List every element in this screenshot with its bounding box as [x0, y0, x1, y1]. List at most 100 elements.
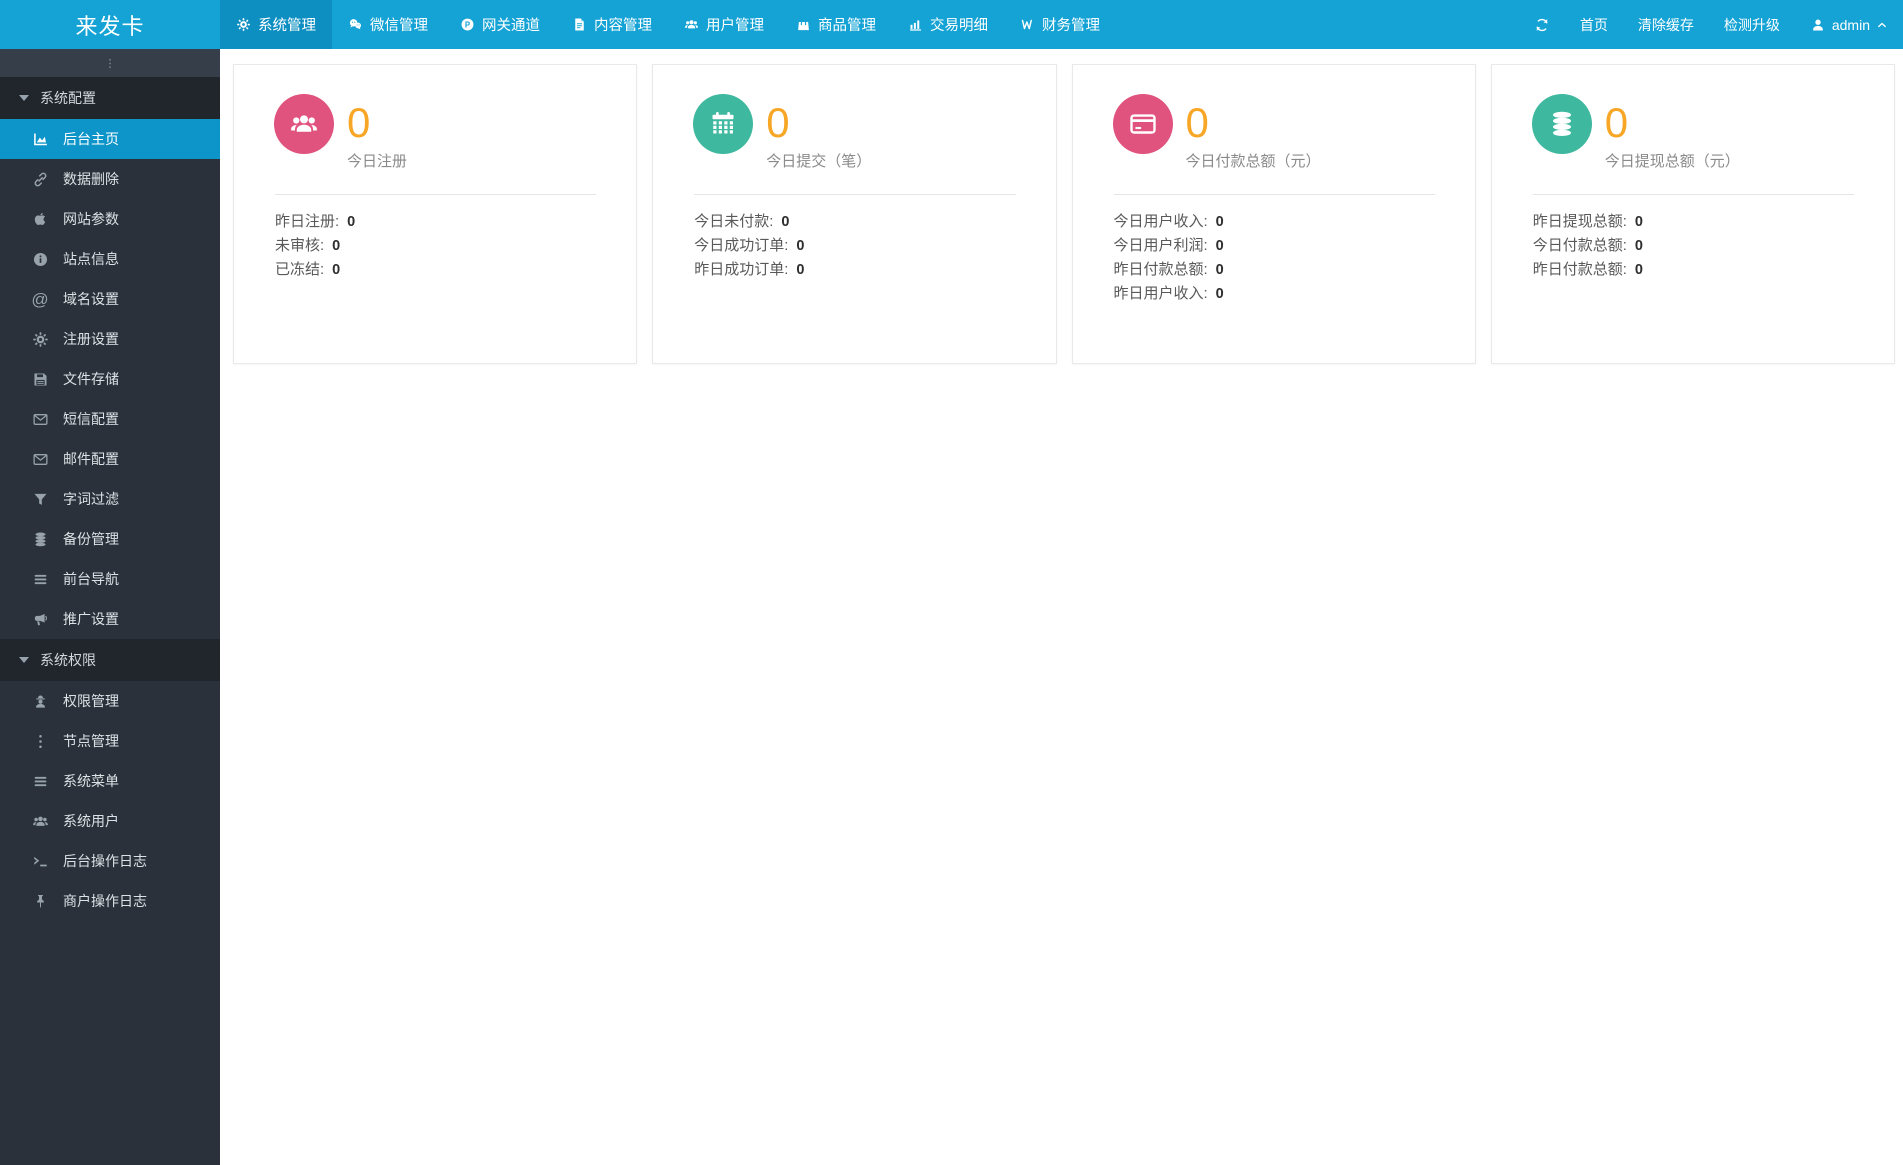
gear-icon — [236, 17, 251, 32]
nav-item-system-management[interactable]: 系统管理 — [220, 0, 332, 49]
apple-icon — [31, 210, 49, 228]
stat-row-label: 昨日注册: — [275, 213, 340, 230]
sidebar-section-system-config[interactable]: 系统配置 — [0, 77, 220, 119]
stat-row-value: 0 — [347, 214, 356, 230]
sidebar-item-word-filter[interactable]: 字词过滤 — [0, 479, 220, 519]
stat-row: 昨日用户收入: 0 — [1114, 282, 1435, 306]
bullhorn-icon — [31, 610, 49, 628]
wechat-icon — [348, 17, 363, 32]
sidebar-item-system-users[interactable]: 系统用户 — [0, 801, 220, 841]
sidebar-item-promotion-settings[interactable]: 推广设置 — [0, 599, 220, 639]
sidebar-section-title: 系统配置 — [40, 90, 96, 106]
bars-icon — [31, 570, 49, 588]
sidebar-item-label: 后台操作日志 — [63, 853, 147, 869]
sidebar-item-permission-management[interactable]: 权限管理 — [0, 681, 220, 721]
stat-row: 已冻结: 0 — [275, 258, 596, 282]
sidebar-item-mail-config[interactable]: 邮件配置 — [0, 439, 220, 479]
sidebar-item-backup-management[interactable]: 备份管理 — [0, 519, 220, 559]
nav-item-wechat-management[interactable]: 微信管理 — [332, 0, 444, 49]
top-action-label: 清除缓存 — [1637, 16, 1694, 33]
card-divider — [1532, 194, 1854, 195]
refresh-icon — [1534, 17, 1550, 33]
sidebar-item-system-menu[interactable]: 系统菜单 — [0, 761, 220, 801]
app-logo[interactable]: 来发卡 — [0, 0, 220, 49]
home-button[interactable]: 首页 — [1565, 0, 1623, 49]
link-icon — [31, 170, 49, 188]
stat-row: 未审核: 0 — [275, 234, 596, 258]
sidebar-item-label: 数据删除 — [63, 171, 119, 187]
nav-item-gateway-channel[interactable]: P 网关通道 — [444, 0, 556, 49]
stat-row-label: 今日用户利润: — [1113, 237, 1208, 254]
sidebar-item-node-management[interactable]: 节点管理 — [0, 721, 220, 761]
sidebar-menu: 系统配置后台主页数据删除网站参数站点信息 @ 域名设置注册设置文件存储短信配置邮件配… — [0, 77, 220, 921]
sidebar-item-label: 短信配置 — [63, 411, 119, 427]
sidebar-item-label: 商户操作日志 — [63, 893, 147, 909]
sidebar-section-title: 系统权限 — [40, 652, 96, 668]
nav-item-label: 商品管理 — [818, 18, 876, 34]
sidebar-section-system-permission[interactable]: 系统权限 — [0, 639, 220, 681]
nav-item-user-management[interactable]: 用户管理 — [668, 0, 780, 49]
sidebar-item-site-info[interactable]: 站点信息 — [0, 239, 220, 279]
sidebar-item-label: 网站参数 — [63, 211, 119, 227]
card-divider — [1113, 194, 1435, 195]
stat-row-value: 0 — [1634, 238, 1643, 254]
stat-row-value: 0 — [1215, 262, 1224, 278]
card-divider — [275, 194, 597, 195]
stat-card-today-register: 0 今日注册 昨日注册: 0 未审核: 0 已冻结: 0 — [233, 64, 638, 364]
refresh-button[interactable] — [1519, 0, 1565, 49]
card-value: 0 — [1604, 99, 1629, 146]
sidebar-item-label: 后台主页 — [63, 131, 119, 147]
sidebar-item-front-nav[interactable]: 前台导航 — [0, 559, 220, 599]
sidebar-item-label: 注册设置 — [63, 331, 119, 347]
stat-row: 昨日付款总额: 0 — [1533, 258, 1854, 282]
card-head: 0 今日提交（笔） — [653, 65, 1055, 171]
top-actions: 首页 清除缓存 检测升级 admin — [1519, 0, 1903, 49]
at-icon: @ — [31, 289, 49, 309]
nav-item-goods-management[interactable]: 商品管理 — [780, 0, 892, 49]
sidebar-item-site-params[interactable]: 网站参数 — [0, 199, 220, 239]
sidebar-item-label: 权限管理 — [63, 693, 119, 709]
nav-item-finance-management[interactable]: 财务管理 — [1004, 0, 1116, 49]
info-icon — [31, 250, 49, 268]
stat-row-label: 昨日用户收入: — [1113, 285, 1208, 302]
shopping-bag-icon — [796, 17, 811, 32]
floppy-icon — [31, 370, 49, 388]
envelope-icon — [31, 410, 49, 428]
stat-row: 今日付款总额: 0 — [1533, 234, 1854, 258]
stat-row-value: 0 — [1215, 286, 1224, 302]
stat-card-today-submit: 0 今日提交（笔） 今日未付款: 0 今日成功订单: 0 昨日成功订单: 0 — [652, 64, 1057, 364]
svg-text:P: P — [465, 20, 470, 29]
sidebar-item-admin-op-log[interactable]: 后台操作日志 — [0, 841, 220, 881]
nav-item-label: 交易明细 — [930, 18, 988, 34]
sidebar-item-data-delete[interactable]: 数据删除 — [0, 159, 220, 199]
card-head: 0 今日付款总额（元） — [1073, 65, 1475, 171]
sidebar-item-sms-config[interactable]: 短信配置 — [0, 399, 220, 439]
sidebar-item-merchant-op-log[interactable]: 商户操作日志 — [0, 881, 220, 921]
sidebar: 系统配置后台主页数据删除网站参数站点信息 @ 域名设置注册设置文件存储短信配置邮件配… — [0, 49, 220, 1165]
stat-row: 昨日付款总额: 0 — [1114, 258, 1435, 282]
user-menu[interactable]: admin — [1795, 0, 1903, 49]
stat-row-label: 昨日付款总额: — [1532, 261, 1627, 278]
stat-row: 昨日成功订单: 0 — [694, 258, 1015, 282]
sidebar-item-label: 推广设置 — [63, 611, 119, 627]
caret-down-icon — [19, 95, 29, 101]
clear-cache-button[interactable]: 清除缓存 — [1623, 0, 1709, 49]
stat-row: 昨日提现总额: 0 — [1533, 210, 1854, 234]
nav-item-content-management[interactable]: 内容管理 — [556, 0, 668, 49]
stat-card-today-withdraw-total: 0 今日提现总额（元） 昨日提现总额: 0 今日付款总额: 0 昨日付款总额: 0 — [1490, 64, 1895, 364]
nav-item-transaction-detail[interactable]: 交易明细 — [892, 0, 1004, 49]
sidebar-item-dashboard[interactable]: 后台主页 — [0, 119, 220, 159]
check-upgrade-button[interactable]: 检测升级 — [1709, 0, 1795, 49]
card-title: 今日提交（笔） — [766, 153, 872, 170]
database-icon — [1531, 94, 1592, 154]
sidebar-item-domain-settings[interactable]: @ 域名设置 — [0, 279, 220, 319]
sidebar-item-label: 字词过滤 — [63, 491, 119, 507]
sidebar-item-file-storage[interactable]: 文件存储 — [0, 359, 220, 399]
sidebar-item-label: 站点信息 — [63, 251, 119, 267]
stat-card-today-payment-total: 0 今日付款总额（元） 今日用户收入: 0 今日用户利润: 0 昨日付款总额: 0 昨日用户收入… — [1071, 64, 1476, 364]
sidebar-toggle[interactable] — [0, 49, 220, 77]
sidebar-item-register-settings[interactable]: 注册设置 — [0, 319, 220, 359]
sidebar-item-label: 系统用户 — [63, 813, 119, 829]
card-head: 0 今日提现总额（元） — [1492, 65, 1894, 171]
nav-item-label: 网关通道 — [482, 18, 540, 34]
